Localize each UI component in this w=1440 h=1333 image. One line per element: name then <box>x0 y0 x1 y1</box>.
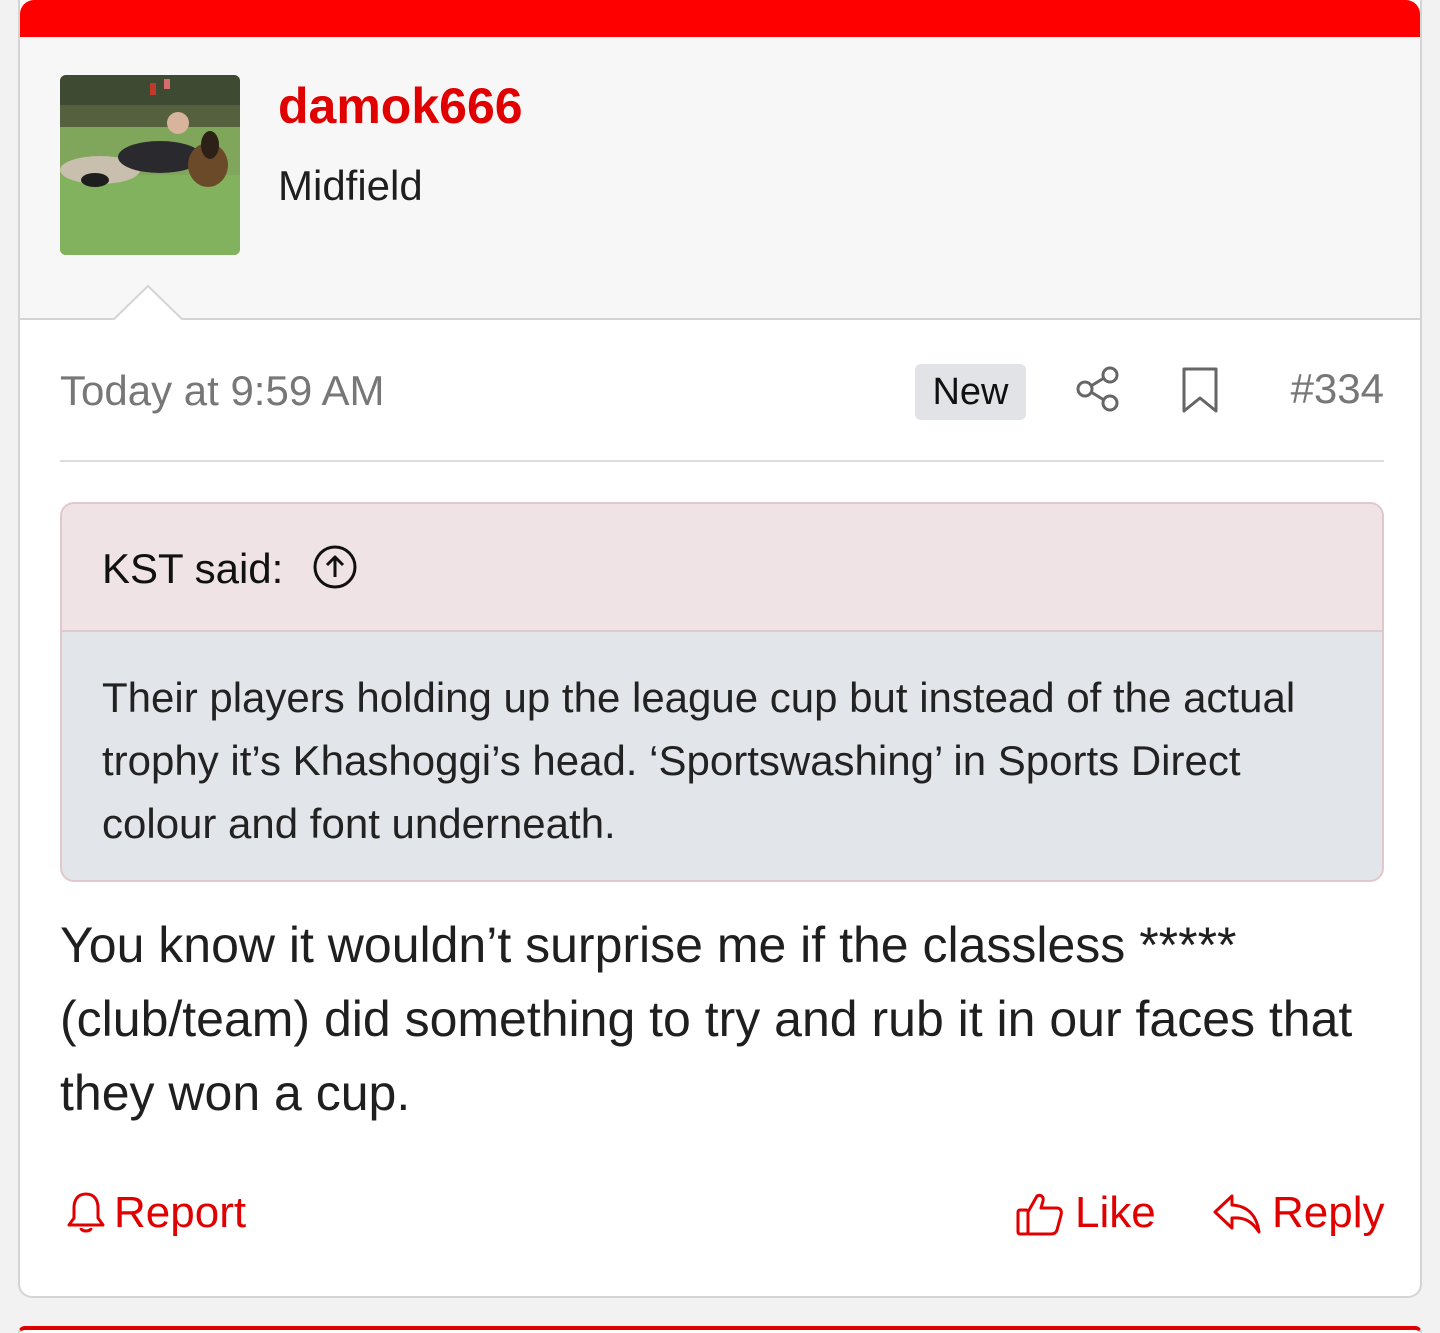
quote-author[interactable]: KST said: <box>102 548 283 590</box>
arrow-up-circle-icon[interactable] <box>312 544 358 590</box>
quote-block: KST said: Their players holding up the l… <box>60 502 1384 882</box>
share-icon[interactable] <box>1076 366 1120 412</box>
post-message: You know it wouldn’t surprise me if the … <box>60 917 1353 1121</box>
new-badge: New <box>915 364 1026 420</box>
quote-header: KST said: <box>62 504 1382 632</box>
reply-label: Reply <box>1272 1188 1385 1237</box>
user-info: damok666 Midfield <box>20 37 1420 324</box>
thumbs-up-icon <box>1016 1193 1063 1236</box>
forum-post: damok666 Midfield Today at 9:59 AM New #… <box>18 0 1422 1298</box>
reply-arrow-icon <box>1213 1194 1261 1234</box>
like-label: Like <box>1075 1188 1156 1237</box>
avatar-photo <box>60 75 240 255</box>
report-button[interactable]: Report <box>66 1180 256 1246</box>
like-button[interactable]: Like <box>1015 1180 1165 1246</box>
user-title: Midfield <box>278 162 423 209</box>
next-post-edge <box>18 1326 1422 1333</box>
bookmark-icon[interactable] <box>1180 366 1220 414</box>
post-number[interactable]: #334 <box>1291 368 1384 410</box>
bell-icon <box>67 1192 105 1233</box>
post-timestamp[interactable]: Today at 9:59 AM <box>60 370 385 412</box>
quote-text: Their players holding up the league cup … <box>102 674 1296 847</box>
report-label: Report <box>114 1188 247 1237</box>
username[interactable]: damok666 <box>278 81 523 131</box>
post-top-bar <box>20 0 1420 37</box>
post-meta: Today at 9:59 AM New #334 <box>60 340 1384 462</box>
avatar[interactable] <box>60 75 240 255</box>
post-actions: Report Like Reply <box>60 1180 1385 1250</box>
caret-pointer-icon <box>112 284 184 324</box>
reply-button[interactable]: Reply <box>1212 1180 1392 1246</box>
